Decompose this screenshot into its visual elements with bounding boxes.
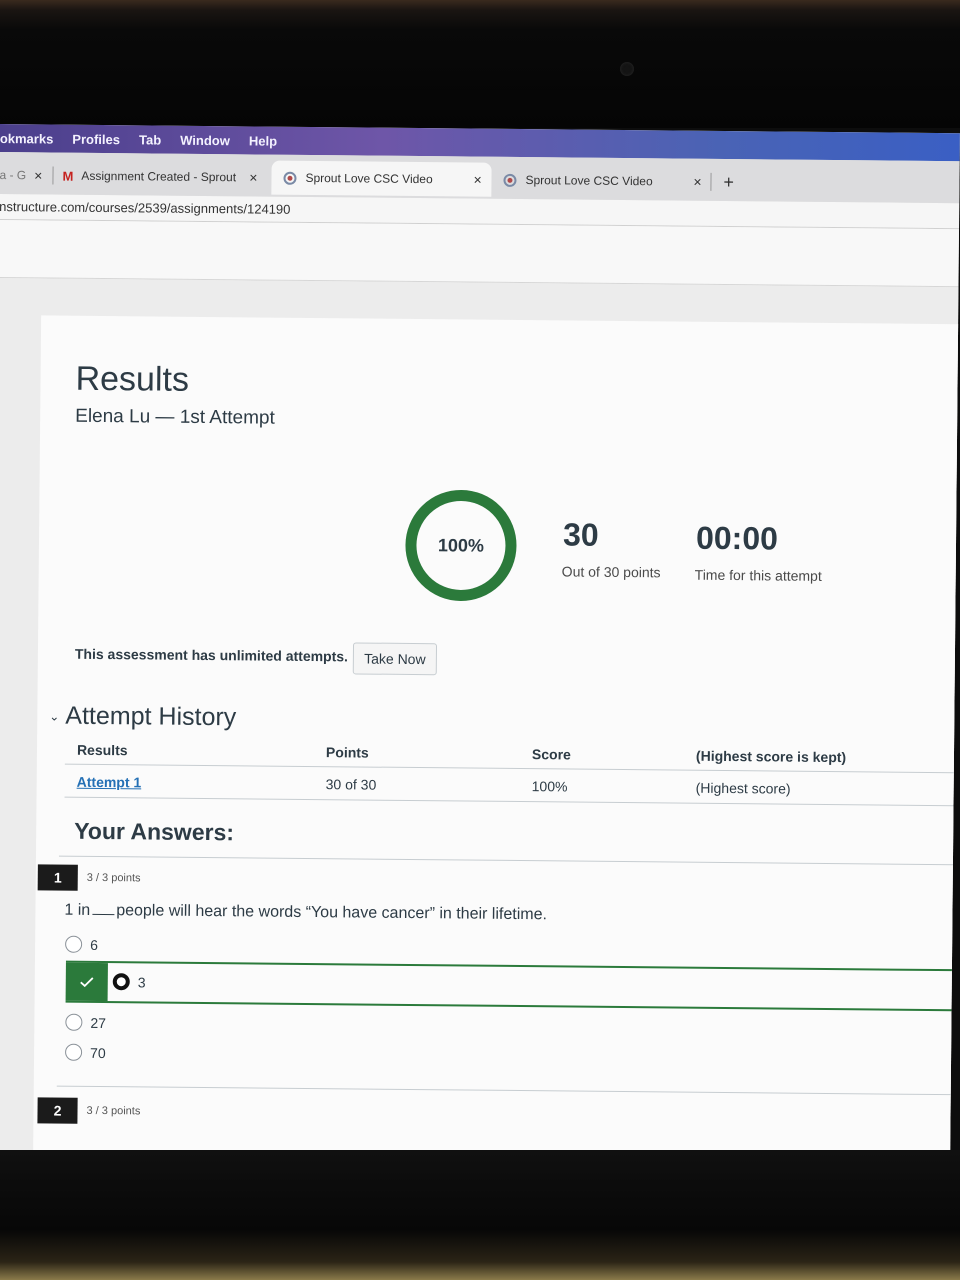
question-divider (56, 1085, 960, 1096)
score-caption: Out of 30 points (561, 563, 661, 581)
table-cell-note: (Highest score) (695, 779, 791, 797)
tab-title: a - G (0, 167, 27, 183)
page-body: Results Elena Lu — 1st Attempt 100% 30 O… (0, 277, 960, 1164)
menu-window[interactable]: Window (180, 132, 230, 147)
col-header-score: Score (531, 746, 571, 763)
tab-divider (52, 166, 54, 185)
tab-title: Sprout Love CSC Video (525, 173, 653, 189)
menu-profiles[interactable]: Profiles (72, 131, 120, 146)
attempt-history-title: Attempt History (65, 701, 237, 732)
menu-tab[interactable]: Tab (139, 132, 161, 147)
table-divider (64, 763, 960, 774)
time-value: 00:00 (695, 519, 779, 557)
take-now-button[interactable]: Take Now (352, 642, 438, 676)
answer-option-selected[interactable]: 3 (112, 973, 146, 991)
gmail-icon: M (62, 168, 74, 184)
close-icon[interactable]: × (473, 172, 481, 188)
camera (620, 62, 634, 76)
question-points: 3 / 3 points (86, 1104, 141, 1118)
time-caption: Time for this attempt (694, 566, 822, 584)
correct-check-icon (65, 962, 108, 1002)
col-header-results: Results (76, 741, 128, 759)
option-label: 3 (137, 973, 146, 990)
tab-divider (710, 172, 712, 191)
site-favicon-icon (503, 173, 517, 187)
question-number-badge: 1 (37, 864, 78, 891)
page-header-area (0, 219, 960, 288)
radio-button[interactable] (65, 1013, 83, 1031)
answer-option-correct[interactable]: 3 (65, 960, 960, 1012)
tab-title: Sprout Love CSC Video (305, 170, 433, 187)
tab-sprout-video-active[interactable]: Sprout Love CSC Video × (271, 160, 492, 197)
attempt-history-toggle[interactable]: ⌄ Attempt History (49, 702, 236, 733)
score-value: 30 (562, 516, 599, 553)
url-text: nstructure.com/courses/2539/assignments/… (0, 198, 291, 217)
tab-assignment-created[interactable]: M Assignment Created - Sprout L × (62, 159, 267, 195)
col-header-highest: (Highest score is kept) (695, 747, 847, 766)
score-percent: 100% (437, 535, 485, 556)
close-icon[interactable]: × (249, 169, 257, 185)
question-number-badge: 2 (37, 1097, 78, 1124)
menu-bookmarks[interactable]: okmarks (0, 130, 53, 146)
answer-option[interactable]: 6 (65, 935, 99, 953)
blank-line (92, 913, 115, 916)
page-title: Results (75, 359, 190, 399)
new-tab-button[interactable]: + (723, 165, 743, 199)
question-points: 3 / 3 points (86, 871, 141, 885)
option-label: 6 (90, 936, 99, 953)
your-answers-heading: Your Answers: (74, 817, 235, 846)
answer-option[interactable]: 70 (65, 1043, 106, 1061)
attempt-1-link[interactable]: Attempt 1 (77, 774, 142, 791)
table-cell-points: 30 of 30 (325, 776, 377, 793)
tab-sprout-video[interactable]: Sprout Love CSC Video × (503, 163, 703, 199)
question-text-end: people will hear the words “You have can… (116, 902, 548, 924)
radio-button-selected[interactable] (112, 973, 130, 991)
chevron-down-icon: ⌄ (49, 709, 60, 724)
tab-partial[interactable]: a - G × (0, 158, 50, 192)
monitor-bezel-top (0, 0, 960, 128)
screen: okmarks Profiles Tab Window Help a - G ×… (0, 124, 960, 1164)
question-text-start: 1 in (64, 901, 91, 919)
monitor-bezel-bottom (0, 1150, 960, 1280)
table-divider (64, 796, 960, 807)
section-divider (58, 855, 960, 866)
col-header-points: Points (325, 744, 369, 761)
close-icon[interactable]: × (34, 167, 42, 183)
tab-title: Assignment Created - Sprout L (81, 168, 238, 185)
table-row-attempt-link-cell: Attempt 1 (77, 774, 142, 791)
question-text: 1 in people will hear the words “You have… (64, 902, 547, 925)
answer-option[interactable]: 27 (65, 1013, 107, 1031)
results-card: Results Elena Lu — 1st Attempt 100% 30 O… (32, 315, 960, 1164)
attempt-subtitle: Elena Lu — 1st Attempt (75, 405, 275, 429)
table-cell-score: 100% (531, 778, 568, 795)
menu-help[interactable]: Help (249, 133, 277, 148)
unlimited-attempts-notice: This assessment has unlimited attempts. (74, 645, 349, 665)
radio-button[interactable] (65, 935, 83, 953)
close-icon[interactable]: × (693, 174, 701, 190)
site-favicon-icon (283, 171, 297, 185)
option-label: 70 (90, 1044, 106, 1061)
option-label: 27 (90, 1014, 107, 1031)
radio-button[interactable] (65, 1043, 83, 1061)
